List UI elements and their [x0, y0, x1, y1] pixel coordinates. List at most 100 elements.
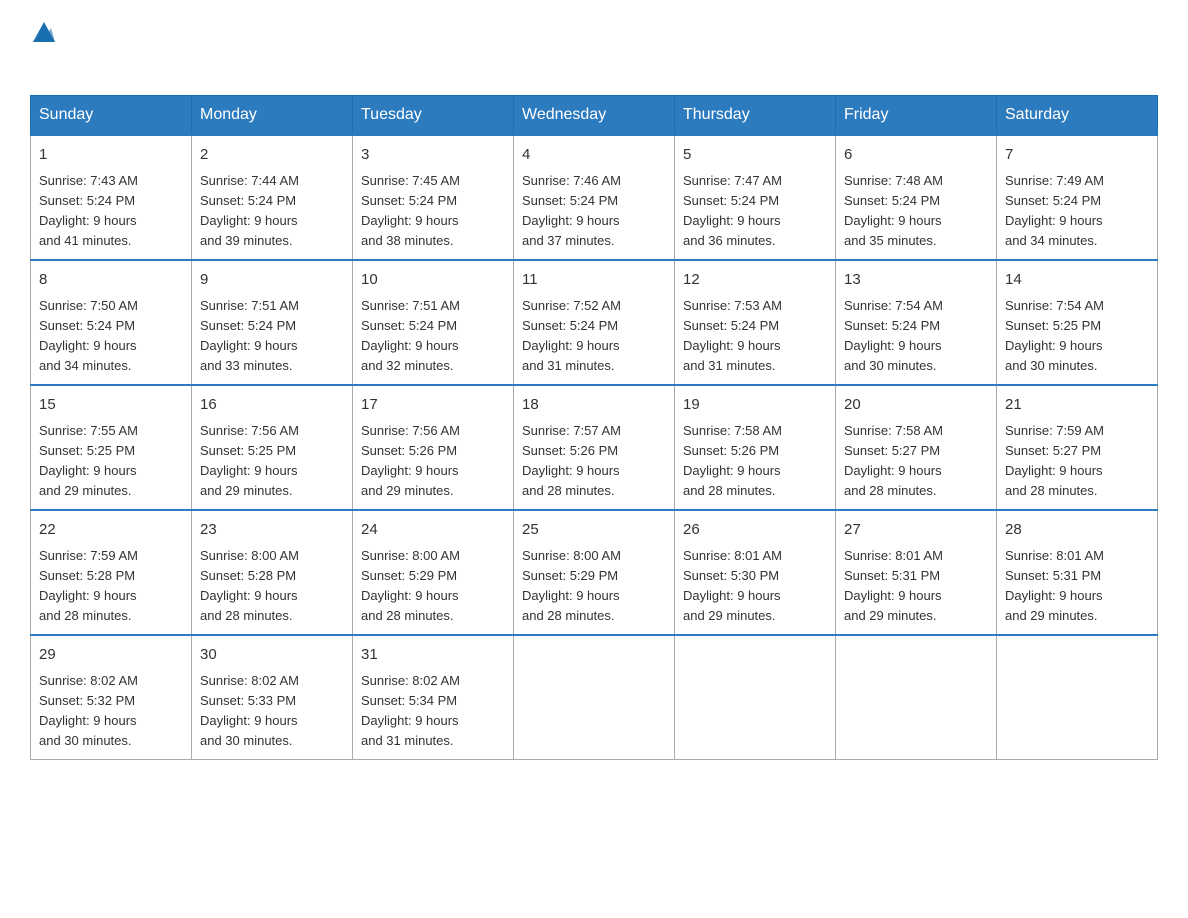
- day-number: 11: [522, 269, 666, 292]
- day-cell-22: 22 Sunrise: 7:59 AMSunset: 5:28 PMDaylig…: [31, 510, 192, 635]
- empty-cell: [836, 635, 997, 760]
- day-info: Sunrise: 7:56 AMSunset: 5:26 PMDaylight:…: [361, 423, 460, 498]
- day-number: 8: [39, 269, 183, 292]
- day-info: Sunrise: 7:58 AMSunset: 5:27 PMDaylight:…: [844, 423, 943, 498]
- day-cell-9: 9 Sunrise: 7:51 AMSunset: 5:24 PMDayligh…: [192, 260, 353, 385]
- day-info: Sunrise: 7:54 AMSunset: 5:24 PMDaylight:…: [844, 298, 943, 373]
- day-number: 4: [522, 144, 666, 167]
- day-number: 31: [361, 644, 505, 667]
- day-cell-25: 25 Sunrise: 8:00 AMSunset: 5:29 PMDaylig…: [514, 510, 675, 635]
- page-header: [30, 20, 1158, 75]
- day-number: 28: [1005, 519, 1149, 542]
- logo-triangle: [33, 22, 55, 47]
- day-cell-12: 12 Sunrise: 7:53 AMSunset: 5:24 PMDaylig…: [675, 260, 836, 385]
- day-number: 30: [200, 644, 344, 667]
- week-row-2: 8 Sunrise: 7:50 AMSunset: 5:24 PMDayligh…: [31, 260, 1158, 385]
- day-cell-30: 30 Sunrise: 8:02 AMSunset: 5:33 PMDaylig…: [192, 635, 353, 760]
- day-cell-16: 16 Sunrise: 7:56 AMSunset: 5:25 PMDaylig…: [192, 385, 353, 510]
- day-cell-6: 6 Sunrise: 7:48 AMSunset: 5:24 PMDayligh…: [836, 135, 997, 260]
- day-number: 3: [361, 144, 505, 167]
- day-info: Sunrise: 7:50 AMSunset: 5:24 PMDaylight:…: [39, 298, 138, 373]
- day-number: 23: [200, 519, 344, 542]
- weekday-header-tuesday: Tuesday: [353, 96, 514, 136]
- day-number: 7: [1005, 144, 1149, 167]
- empty-cell: [997, 635, 1158, 760]
- day-cell-21: 21 Sunrise: 7:59 AMSunset: 5:27 PMDaylig…: [997, 385, 1158, 510]
- day-cell-3: 3 Sunrise: 7:45 AMSunset: 5:24 PMDayligh…: [353, 135, 514, 260]
- day-cell-18: 18 Sunrise: 7:57 AMSunset: 5:26 PMDaylig…: [514, 385, 675, 510]
- day-cell-20: 20 Sunrise: 7:58 AMSunset: 5:27 PMDaylig…: [836, 385, 997, 510]
- day-cell-8: 8 Sunrise: 7:50 AMSunset: 5:24 PMDayligh…: [31, 260, 192, 385]
- weekday-header-friday: Friday: [836, 96, 997, 136]
- day-cell-14: 14 Sunrise: 7:54 AMSunset: 5:25 PMDaylig…: [997, 260, 1158, 385]
- day-info: Sunrise: 7:44 AMSunset: 5:24 PMDaylight:…: [200, 173, 299, 248]
- day-info: Sunrise: 8:01 AMSunset: 5:30 PMDaylight:…: [683, 548, 782, 623]
- day-cell-31: 31 Sunrise: 8:02 AMSunset: 5:34 PMDaylig…: [353, 635, 514, 760]
- day-cell-10: 10 Sunrise: 7:51 AMSunset: 5:24 PMDaylig…: [353, 260, 514, 385]
- day-info: Sunrise: 7:58 AMSunset: 5:26 PMDaylight:…: [683, 423, 782, 498]
- day-number: 10: [361, 269, 505, 292]
- day-info: Sunrise: 7:43 AMSunset: 5:24 PMDaylight:…: [39, 173, 138, 248]
- day-info: Sunrise: 8:01 AMSunset: 5:31 PMDaylight:…: [1005, 548, 1104, 623]
- day-info: Sunrise: 7:57 AMSunset: 5:26 PMDaylight:…: [522, 423, 621, 498]
- logo: [30, 20, 55, 75]
- weekday-header-thursday: Thursday: [675, 96, 836, 136]
- day-info: Sunrise: 8:00 AMSunset: 5:29 PMDaylight:…: [522, 548, 621, 623]
- weekday-header-monday: Monday: [192, 96, 353, 136]
- day-cell-27: 27 Sunrise: 8:01 AMSunset: 5:31 PMDaylig…: [836, 510, 997, 635]
- day-number: 18: [522, 394, 666, 417]
- day-cell-23: 23 Sunrise: 8:00 AMSunset: 5:28 PMDaylig…: [192, 510, 353, 635]
- day-cell-5: 5 Sunrise: 7:47 AMSunset: 5:24 PMDayligh…: [675, 135, 836, 260]
- weekday-header-wednesday: Wednesday: [514, 96, 675, 136]
- day-number: 22: [39, 519, 183, 542]
- weekday-header-saturday: Saturday: [997, 96, 1158, 136]
- day-cell-24: 24 Sunrise: 8:00 AMSunset: 5:29 PMDaylig…: [353, 510, 514, 635]
- day-info: Sunrise: 7:49 AMSunset: 5:24 PMDaylight:…: [1005, 173, 1104, 248]
- day-number: 6: [844, 144, 988, 167]
- day-cell-2: 2 Sunrise: 7:44 AMSunset: 5:24 PMDayligh…: [192, 135, 353, 260]
- day-info: Sunrise: 8:02 AMSunset: 5:33 PMDaylight:…: [200, 673, 299, 748]
- day-cell-26: 26 Sunrise: 8:01 AMSunset: 5:30 PMDaylig…: [675, 510, 836, 635]
- day-info: Sunrise: 7:55 AMSunset: 5:25 PMDaylight:…: [39, 423, 138, 498]
- day-info: Sunrise: 8:02 AMSunset: 5:34 PMDaylight:…: [361, 673, 460, 748]
- day-cell-17: 17 Sunrise: 7:56 AMSunset: 5:26 PMDaylig…: [353, 385, 514, 510]
- day-cell-13: 13 Sunrise: 7:54 AMSunset: 5:24 PMDaylig…: [836, 260, 997, 385]
- weekday-header-row: SundayMondayTuesdayWednesdayThursdayFrid…: [31, 96, 1158, 136]
- weekday-header-sunday: Sunday: [31, 96, 192, 136]
- day-number: 29: [39, 644, 183, 667]
- day-info: Sunrise: 7:56 AMSunset: 5:25 PMDaylight:…: [200, 423, 299, 498]
- day-info: Sunrise: 7:59 AMSunset: 5:28 PMDaylight:…: [39, 548, 138, 623]
- day-number: 13: [844, 269, 988, 292]
- day-cell-28: 28 Sunrise: 8:01 AMSunset: 5:31 PMDaylig…: [997, 510, 1158, 635]
- day-number: 27: [844, 519, 988, 542]
- day-info: Sunrise: 8:01 AMSunset: 5:31 PMDaylight:…: [844, 548, 943, 623]
- empty-cell: [514, 635, 675, 760]
- day-cell-11: 11 Sunrise: 7:52 AMSunset: 5:24 PMDaylig…: [514, 260, 675, 385]
- day-number: 9: [200, 269, 344, 292]
- day-info: Sunrise: 7:51 AMSunset: 5:24 PMDaylight:…: [361, 298, 460, 373]
- day-cell-4: 4 Sunrise: 7:46 AMSunset: 5:24 PMDayligh…: [514, 135, 675, 260]
- week-row-3: 15 Sunrise: 7:55 AMSunset: 5:25 PMDaylig…: [31, 385, 1158, 510]
- day-number: 5: [683, 144, 827, 167]
- day-number: 21: [1005, 394, 1149, 417]
- day-info: Sunrise: 8:00 AMSunset: 5:29 PMDaylight:…: [361, 548, 460, 623]
- day-info: Sunrise: 8:00 AMSunset: 5:28 PMDaylight:…: [200, 548, 299, 623]
- week-row-4: 22 Sunrise: 7:59 AMSunset: 5:28 PMDaylig…: [31, 510, 1158, 635]
- day-number: 19: [683, 394, 827, 417]
- day-number: 15: [39, 394, 183, 417]
- week-row-1: 1 Sunrise: 7:43 AMSunset: 5:24 PMDayligh…: [31, 135, 1158, 260]
- calendar-table: SundayMondayTuesdayWednesdayThursdayFrid…: [30, 95, 1158, 760]
- day-info: Sunrise: 7:51 AMSunset: 5:24 PMDaylight:…: [200, 298, 299, 373]
- day-info: Sunrise: 7:47 AMSunset: 5:24 PMDaylight:…: [683, 173, 782, 248]
- day-info: Sunrise: 8:02 AMSunset: 5:32 PMDaylight:…: [39, 673, 138, 748]
- day-number: 17: [361, 394, 505, 417]
- day-cell-15: 15 Sunrise: 7:55 AMSunset: 5:25 PMDaylig…: [31, 385, 192, 510]
- day-number: 2: [200, 144, 344, 167]
- day-number: 25: [522, 519, 666, 542]
- day-number: 26: [683, 519, 827, 542]
- day-number: 24: [361, 519, 505, 542]
- day-number: 1: [39, 144, 183, 167]
- day-number: 16: [200, 394, 344, 417]
- day-info: Sunrise: 7:46 AMSunset: 5:24 PMDaylight:…: [522, 173, 621, 248]
- week-row-5: 29 Sunrise: 8:02 AMSunset: 5:32 PMDaylig…: [31, 635, 1158, 760]
